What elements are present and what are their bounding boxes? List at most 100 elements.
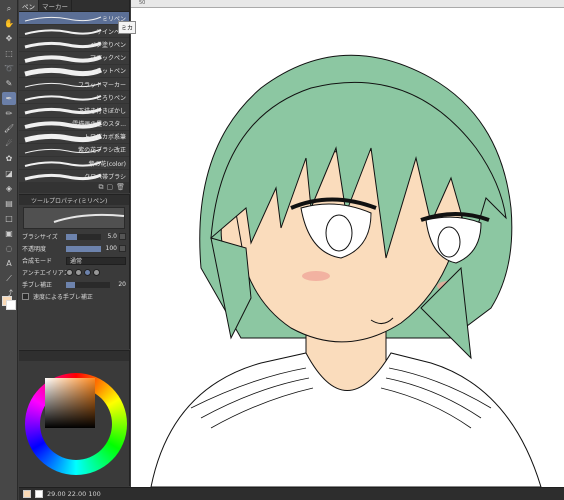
ruler: 50 <box>131 0 564 8</box>
background-color-swatch[interactable] <box>6 300 16 310</box>
brush-item[interactable]: マジックペン <box>19 52 129 65</box>
brush-name: クロベ帯ブラシ <box>84 173 126 181</box>
airbrush-icon[interactable]: ☄ <box>2 137 16 150</box>
brush-name: マジックペン <box>89 55 126 63</box>
stabilize-label: 手ブレ補正 <box>22 282 53 289</box>
lasso-icon[interactable]: ➰ <box>2 62 16 75</box>
text-icon[interactable]: A <box>2 257 16 270</box>
opacity-row: 不透明度 100 <box>19 243 129 254</box>
aa-none[interactable] <box>66 269 73 276</box>
speed-stabilize-row: 速度による手ブレ補正 <box>19 291 129 302</box>
new-icon[interactable]: ▢ <box>106 183 113 193</box>
brush-icon[interactable]: 🖌 <box>2 122 16 135</box>
left-iris <box>325 214 353 252</box>
opacity-dropdown[interactable] <box>119 245 126 252</box>
brush-size-row: ブラシサイズ 5.0 <box>19 231 129 242</box>
illustration <box>150 54 542 487</box>
brush-item[interactable]: ベタ塗りペン <box>19 38 129 52</box>
blend-select[interactable]: 通常 <box>66 256 126 265</box>
pen-icon[interactable]: ✒ <box>2 92 16 105</box>
pencil-icon[interactable]: ✏ <box>2 107 16 120</box>
subtool-tabs: ペン マーカー <box>19 0 129 12</box>
stabilize-slider[interactable] <box>66 281 110 288</box>
brush-size-value: 5.0 <box>107 233 117 240</box>
status-fg-swatch <box>23 490 31 498</box>
left-blush <box>302 271 330 281</box>
brush-stroke-preview <box>24 29 102 36</box>
ruler-label: 50 <box>139 0 146 6</box>
balloon-icon[interactable]: ◌ <box>2 242 16 255</box>
opacity-label: 不透明度 <box>22 246 47 253</box>
opacity-value: 100 <box>105 245 117 252</box>
status-bg-swatch <box>35 490 43 498</box>
brush-size-dropdown[interactable] <box>119 233 126 240</box>
eraser-icon[interactable]: ◪ <box>2 167 16 180</box>
antialias-row: アンチエイリアス <box>19 267 129 278</box>
brush-name: 雲描画の星のスタ... <box>72 121 126 129</box>
canvas[interactable]: 50 <box>131 0 564 487</box>
brush-name: 紫の花ブラシ改正 <box>78 147 126 155</box>
eyedrop-icon[interactable]: ✎ <box>2 77 16 90</box>
brush-name: 下描き付きぼかし <box>77 107 126 115</box>
tab-pen[interactable]: ペン <box>19 0 39 11</box>
fill-icon[interactable]: ◈ <box>2 182 16 195</box>
brush-name: ベタ塗りペン <box>89 41 126 49</box>
magnifier-icon[interactable]: ⌕ <box>2 2 16 15</box>
brush-name: トロピカボ系筆 <box>83 134 126 142</box>
aa-weak[interactable] <box>75 269 82 276</box>
brush-item[interactable]: サインペン <box>19 25 129 39</box>
move-icon[interactable]: ✥ <box>2 32 16 45</box>
brush-size-label: ブラシサイズ <box>22 234 58 241</box>
tool-property-header: ツールプロパティ(ミリペン) <box>19 195 129 205</box>
figure-icon[interactable]: □ <box>2 212 16 225</box>
deco-icon[interactable]: ✿ <box>2 152 16 165</box>
trash-icon[interactable]: 🗑 <box>116 183 125 193</box>
speed-stabilize-label: 速度による手ブレ補正 <box>33 294 93 301</box>
brush-item[interactable]: 紫の花(color) <box>19 157 129 171</box>
brush-list: ミリペン サインペンベタ塗りペン マジックペン ドットペンフラットマーカーとろりペン下… <box>19 12 129 184</box>
status-bar: 29.00 22.00 100 <box>19 487 564 500</box>
color-wheel-panel <box>19 350 130 486</box>
brush-item[interactable]: ドットペン <box>19 65 129 78</box>
brush-stroke-preview <box>24 67 103 77</box>
copy-icon[interactable]: ⧉ <box>98 183 103 193</box>
antialias-label: アンチエイリアス <box>22 270 70 277</box>
aa-strong[interactable] <box>93 269 100 276</box>
right-iris <box>437 226 461 258</box>
saturation-value-square[interactable] <box>45 378 95 428</box>
brush-name: とろりペン <box>95 94 126 102</box>
opacity-slider[interactable] <box>66 245 101 252</box>
aa-medium[interactable] <box>84 269 91 276</box>
brush-stroke-preview <box>24 16 102 22</box>
toolbar: ⌕ ✋ ✥ ⬚ ➰ ✎ ✒ ✏ 🖌 ☄ ✿ ◪ ◈ ▤ □ ▣ ◌ A ⟋ ⤴ <box>0 0 18 500</box>
speed-stabilize-checkbox[interactable] <box>22 293 29 300</box>
brush-name: ドットペン <box>95 68 126 76</box>
brush-item[interactable]: ミリペン <box>19 12 129 26</box>
frame-icon[interactable]: ▣ <box>2 227 16 240</box>
blend-row: 合成モード 通常 <box>19 255 129 266</box>
stabilize-value: 20 <box>118 281 126 288</box>
brush-size-slider[interactable] <box>66 233 101 240</box>
hand-icon[interactable]: ✋ <box>2 17 16 30</box>
ruler-icon[interactable]: ⟋ <box>2 272 16 285</box>
brush-item[interactable]: とろりペン <box>19 91 129 105</box>
subtool-footer: ⧉ ▢ 🗑 <box>19 183 129 193</box>
brush-item[interactable]: クロベ帯ブラシ <box>19 170 129 184</box>
brush-item[interactable]: 雲描画の星のスタ... <box>19 118 129 131</box>
color-wheel-header <box>19 351 129 361</box>
tooltip: ミカ <box>118 21 137 34</box>
brush-name: フラットマーカー <box>77 81 126 89</box>
brush-item[interactable]: 紫の花ブラシ改正 <box>19 144 129 158</box>
tool-property-panel: ツールプロパティ(ミリペン) ブラシサイズ 5.0 不透明度 100 合成モード… <box>19 194 130 349</box>
brush-name: 紫の花(color) <box>88 160 126 168</box>
tab-marker[interactable]: マーカー <box>39 0 72 11</box>
select-icon[interactable]: ⬚ <box>2 47 16 60</box>
gradient-icon[interactable]: ▤ <box>2 197 16 210</box>
brush-item[interactable]: 下描き付きぼかし <box>19 104 129 118</box>
blend-label: 合成モード <box>22 258 53 265</box>
brush-stroke-preview <box>24 95 102 102</box>
brush-preview <box>23 207 125 229</box>
brush-item[interactable]: フラットマーカー <box>19 78 129 92</box>
status-text: 29.00 22.00 100 <box>47 490 101 498</box>
brush-item[interactable]: トロピカボ系筆 <box>19 131 129 144</box>
